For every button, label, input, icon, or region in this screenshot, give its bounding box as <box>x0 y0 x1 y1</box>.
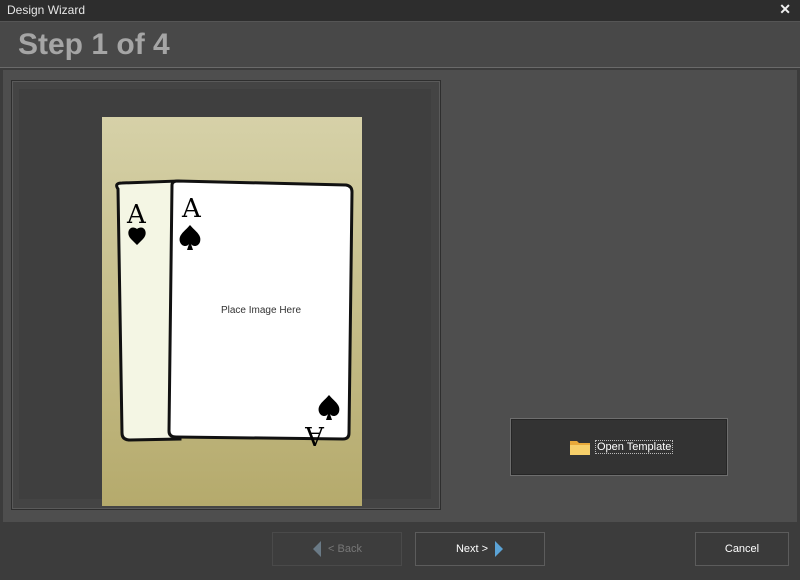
open-template-label: Open Template <box>595 440 674 454</box>
next-arrow-icon <box>495 541 504 557</box>
cancel-label: Cancel <box>724 543 760 555</box>
window-title: Design Wizard <box>7 3 86 17</box>
preview-panel: A A Place Image Here A <box>11 80 441 510</box>
back-card-rank: A <box>126 200 147 230</box>
folder-icon <box>570 441 590 455</box>
title-bar: Design Wizard ✕ <box>0 0 800 22</box>
back-button[interactable]: < Back <box>272 532 402 566</box>
wizard-header: Step 1 of 4 <box>0 22 800 68</box>
wizard-body: A A Place Image Here A Open Template <box>3 70 797 523</box>
next-button[interactable]: Next > <box>415 532 545 566</box>
back-arrow-icon <box>313 541 322 557</box>
preview-inner: A A Place Image Here A <box>19 89 431 506</box>
front-card-rank-top: A <box>181 194 202 224</box>
front-card-rank-bottom: A <box>304 420 325 450</box>
step-indicator: Step 1 of 4 <box>18 28 170 61</box>
cancel-button[interactable]: Cancel <box>695 532 789 566</box>
back-label: < Back <box>328 543 362 555</box>
card-preview[interactable]: A A Place Image Here A <box>102 117 362 506</box>
card-illustration: A A Place Image Here A <box>115 179 354 450</box>
front-card: A Place Image Here A <box>167 179 354 450</box>
close-icon[interactable]: ✕ <box>779 1 791 18</box>
placeholder-text: Place Image Here <box>221 305 301 316</box>
open-template-button[interactable]: Open Template <box>510 418 728 476</box>
next-label: Next > <box>455 543 489 555</box>
footer: < Back Next > Cancel <box>0 522 800 580</box>
